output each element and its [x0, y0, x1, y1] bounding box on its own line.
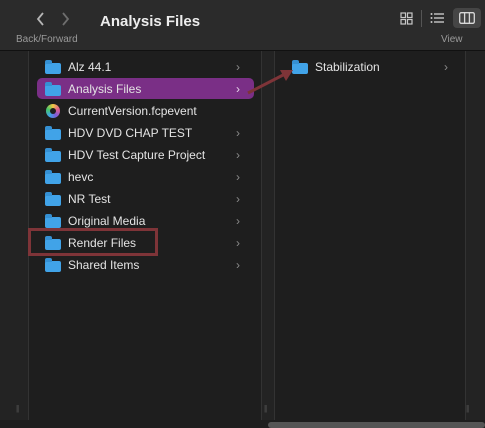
horizontal-scrollbar[interactable]: [268, 422, 485, 428]
annotation-arrow: [247, 70, 293, 95]
